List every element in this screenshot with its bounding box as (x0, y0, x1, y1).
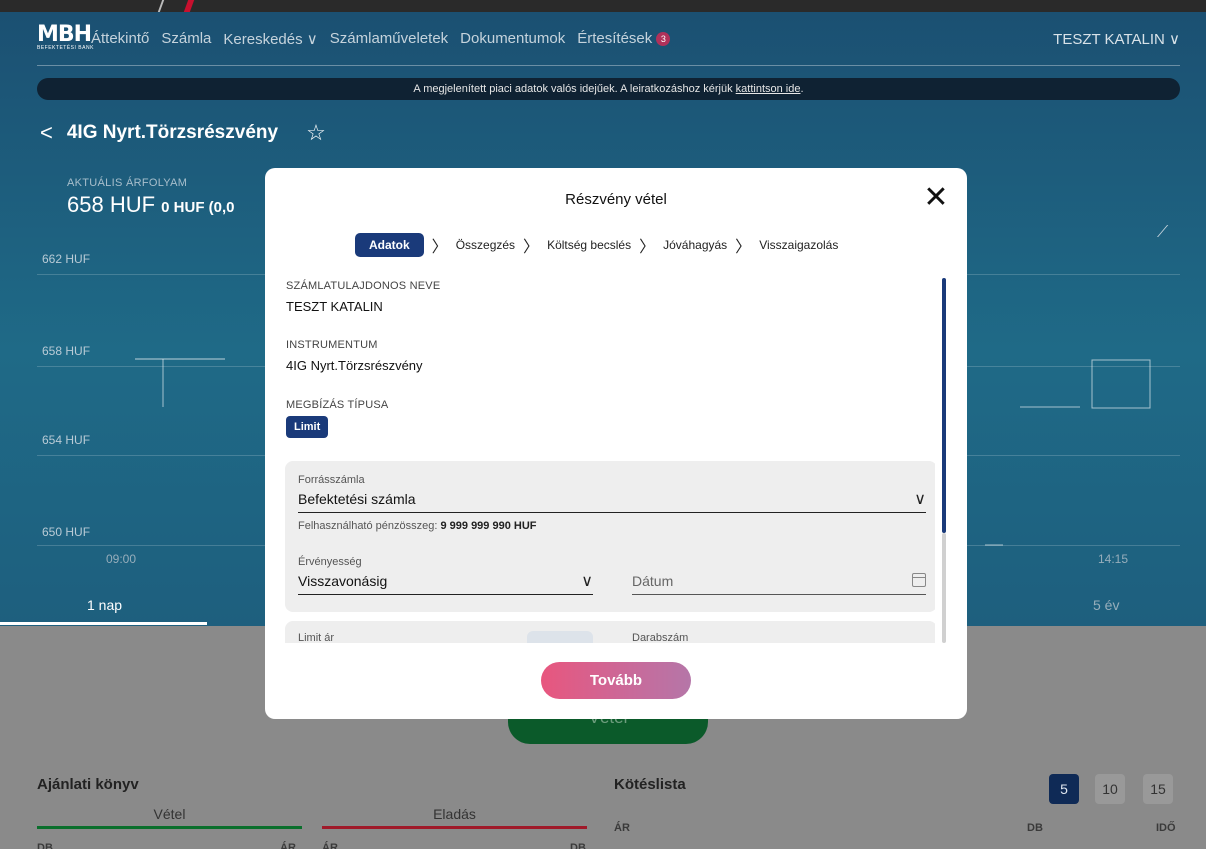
instrument-value: 4IG Nyrt.Törzsrészvény (286, 358, 423, 373)
step-osszegzes[interactable]: Összegzés (456, 238, 515, 252)
source-account-value: Befektetési számla (298, 491, 416, 507)
scrollbar-track[interactable] (942, 533, 946, 643)
order-type-limit-chip[interactable]: Limit (286, 416, 329, 438)
dialog-scroll-area[interactable]: SZÁMLATULAJDONOS NEVE TESZT KATALIN INST… (285, 278, 935, 643)
step-visszaigazolas[interactable]: Visszaigazolás (759, 238, 838, 252)
calendar-icon[interactable] (912, 573, 926, 587)
dialog-title: Részvény vétel (565, 191, 667, 208)
step-jovahagyas[interactable]: Jóváhagyás (663, 238, 727, 252)
chevron-right-icon: 〉 (431, 239, 448, 256)
validity-select[interactable]: Visszavonásig ∨ (298, 573, 593, 595)
buy-stock-dialog: Részvény vétel ✕ Adatok 〉 Összegzés 〉 Kö… (265, 168, 967, 719)
chevron-right-icon: 〉 (639, 239, 656, 256)
order-type-label: MEGBÍZÁS TÍPUSA (286, 399, 389, 411)
source-account-select[interactable]: Befektetési számla ∨ (298, 491, 926, 513)
available-funds-label: Felhasználható pénzösszeg: (298, 520, 441, 532)
chevron-down-icon: ∨ (581, 573, 593, 590)
limit-price-card: Limit ár Darabszám (285, 621, 935, 643)
step-adatok[interactable]: Adatok (355, 233, 424, 257)
chevron-down-icon: ∨ (914, 491, 926, 508)
quantity-label: Darabszám (632, 632, 689, 643)
date-field[interactable]: Dátum (632, 573, 926, 595)
stepper: Adatok 〉 Összegzés 〉 Költség becslés 〉 J… (355, 233, 838, 257)
available-funds-value: 9 999 999 990 HUF (440, 520, 537, 532)
instrument-label: INSTRUMENTUM (286, 339, 378, 351)
validity-value: Visszavonásig (298, 573, 388, 589)
validity-label: Érvényesség (298, 556, 362, 568)
close-icon[interactable]: ✕ (921, 183, 951, 214)
available-funds: Felhasználható pénzösszeg: 9 999 999 990… (298, 520, 537, 532)
chevron-right-icon: 〉 (523, 239, 540, 256)
scrollbar-thumb[interactable] (942, 278, 946, 533)
date-placeholder: Dátum (632, 573, 674, 589)
source-account-card: Forrásszámla Befektetési számla ∨ Felhas… (285, 461, 935, 612)
owner-value: TESZT KATALIN (286, 299, 383, 314)
next-button[interactable]: Tovább (541, 662, 691, 699)
source-account-label: Forrásszámla (298, 474, 365, 486)
owner-label: SZÁMLATULAJDONOS NEVE (286, 280, 441, 292)
limit-price-chip[interactable] (527, 631, 593, 643)
limit-price-label: Limit ár (298, 632, 335, 643)
chevron-right-icon: 〉 (735, 239, 752, 256)
step-koltseg-becsles[interactable]: Költség becslés (547, 238, 631, 252)
